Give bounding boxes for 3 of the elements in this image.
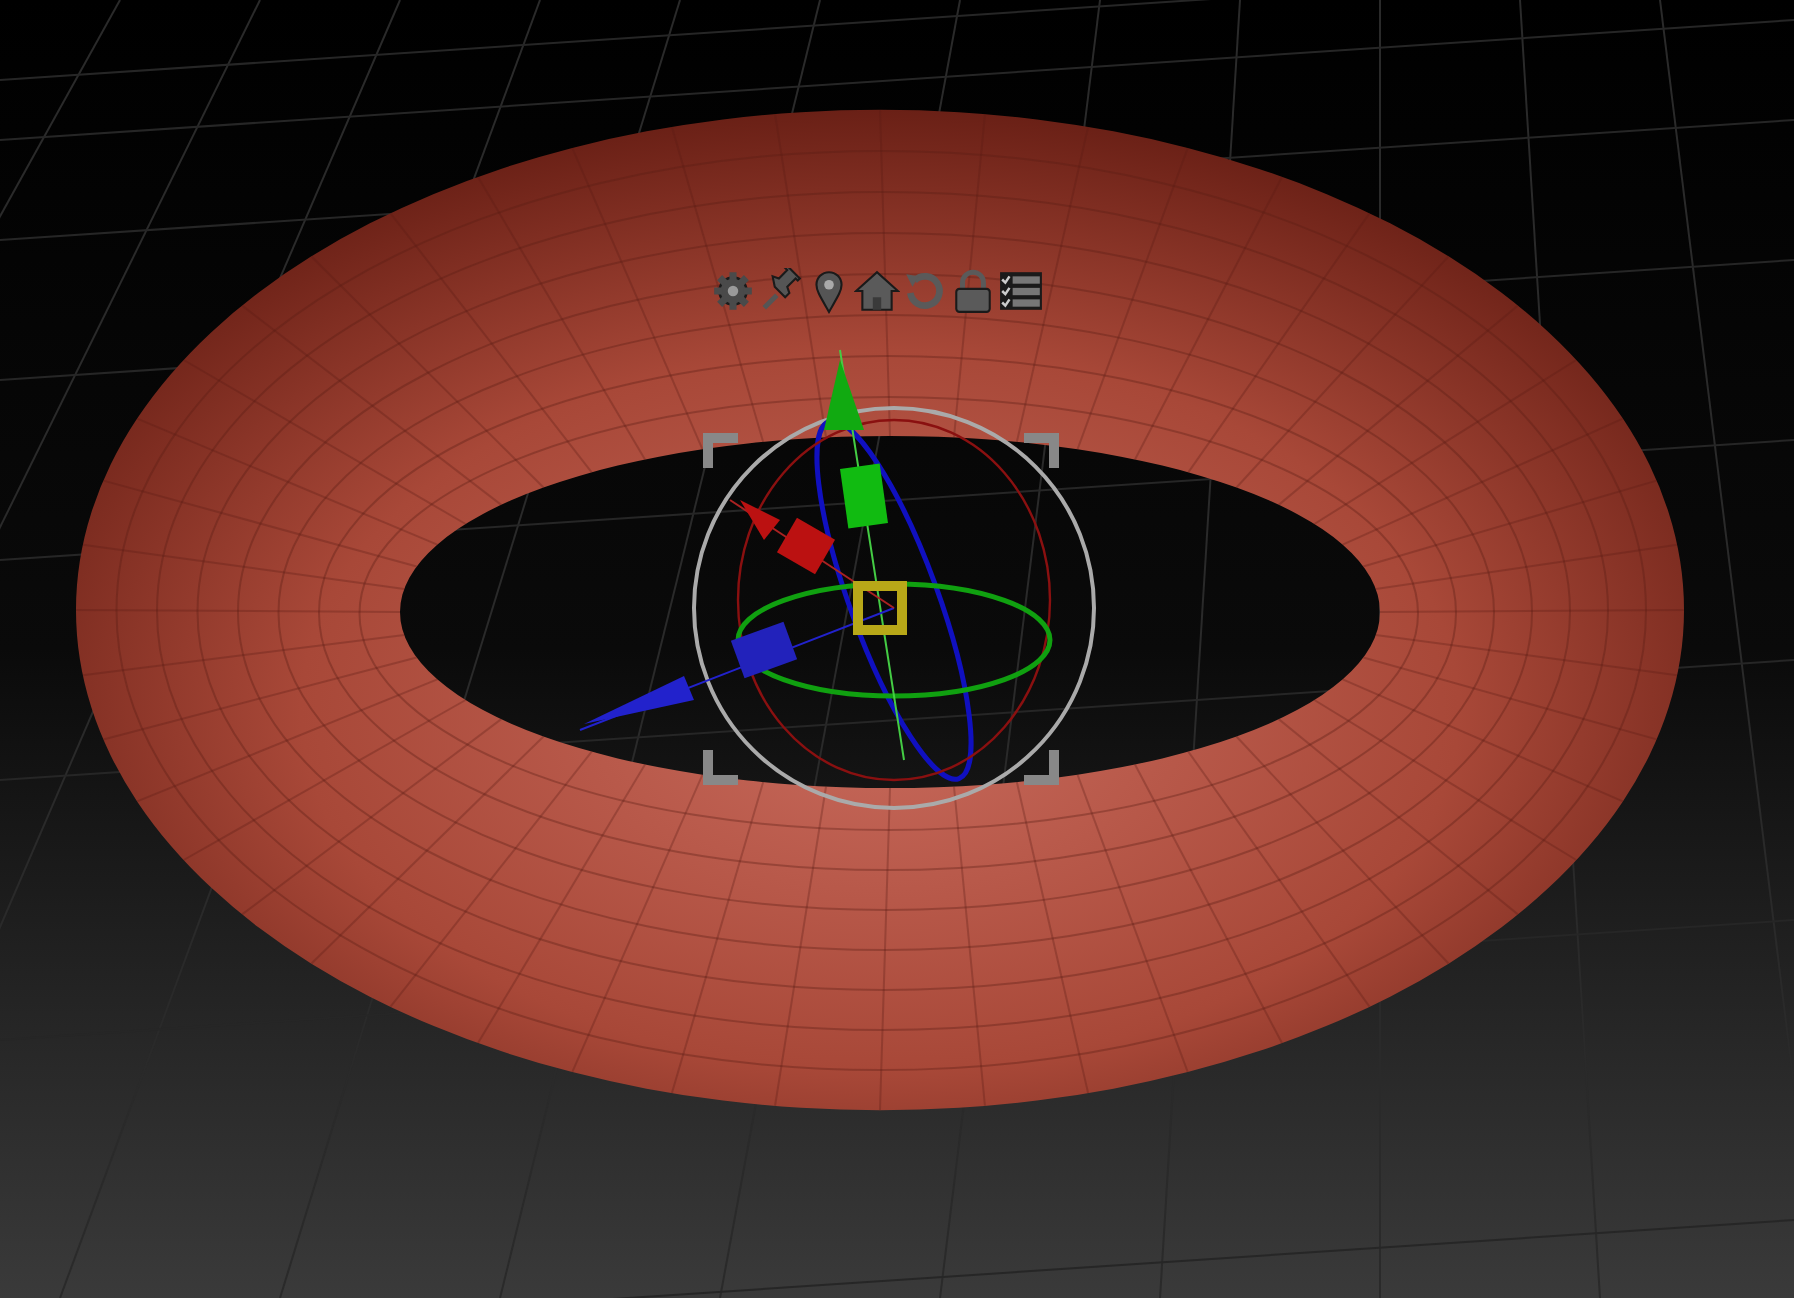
transform-gizmo-drawing[interactable] xyxy=(579,349,1096,810)
checklist-icon[interactable] xyxy=(998,268,1044,314)
gear-icon[interactable] xyxy=(710,268,756,314)
